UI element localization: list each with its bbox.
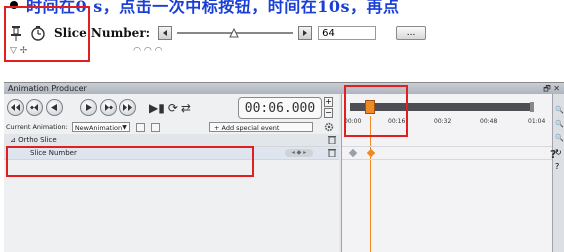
play-once-icon[interactable]: ▶▮	[149, 101, 165, 115]
trash-icon[interactable]	[328, 148, 336, 157]
tree-group-label: Ortho Slice	[18, 136, 57, 144]
new-animation-icon[interactable]	[135, 122, 145, 132]
collapse-arrow-icon[interactable]: ⊿	[10, 136, 16, 144]
keyframe-diamond-gray[interactable]	[348, 148, 358, 158]
add-special-event-button[interactable]: + Add special event	[209, 122, 313, 132]
panel-title: Animation Producer	[8, 84, 87, 93]
time-increment-button[interactable]: +	[324, 97, 333, 107]
swing-icon[interactable]: ⇄	[181, 101, 191, 115]
time-range-end-handle[interactable]	[530, 102, 534, 112]
current-animation-label: Current Animation:	[6, 123, 68, 131]
time-tick: 00:32	[434, 118, 452, 125]
next-key-button[interactable]	[100, 99, 117, 116]
help-icon[interactable]: ?	[555, 162, 563, 171]
playback-controls: ▶▮ ⟳ ⇄ 00:06.000 + −	[4, 94, 339, 120]
highlight-box-toolbar-icons	[4, 6, 90, 62]
loop-controls: ▶▮ ⟳ ⇄	[149, 99, 209, 116]
timeline-row-separator	[342, 146, 553, 147]
step-forward-button[interactable]	[298, 26, 313, 40]
time-tick: 00:48	[480, 118, 498, 125]
dropdown-arrow-icon: ▼	[122, 124, 127, 131]
keyframe-diamond-orange[interactable]	[366, 148, 376, 158]
timeline-row-separator	[342, 159, 553, 160]
play-backward-button[interactable]	[46, 99, 63, 116]
slider-thumb[interactable]	[229, 28, 239, 38]
slice-slider[interactable]	[175, 26, 295, 40]
zoom-out-icon[interactable]: 🔍	[555, 120, 564, 128]
trash-icon[interactable]	[328, 135, 336, 144]
zoom-in-icon[interactable]: 🔍	[555, 106, 564, 114]
more-options-button[interactable]: ...	[396, 26, 427, 40]
current-animation-select[interactable]: NewAnimation ▼	[71, 122, 130, 132]
time-decrement-button[interactable]: −	[324, 108, 333, 118]
right-toolbar: 🔍 🔍 🔍 ↻ ?	[552, 94, 564, 252]
zoom-fit-icon[interactable]: 🔍	[555, 134, 564, 142]
loop-icon[interactable]: ⟳	[168, 101, 178, 115]
previous-key-button[interactable]	[26, 99, 43, 116]
help-question-icon[interactable]: ?	[550, 148, 556, 161]
panel-title-bar: Animation Producer 🗗 ✕	[4, 83, 564, 94]
animation-selector-row: Current Animation: NewAnimation ▼ + Add …	[4, 120, 339, 134]
highlight-box-timeline-cursor	[344, 85, 408, 137]
time-tick: 01:04	[528, 118, 546, 125]
current-animation-value: NewAnimation	[74, 124, 123, 132]
go-to-start-button[interactable]	[7, 99, 24, 116]
slice-number-field[interactable]: 64	[318, 26, 377, 40]
delete-animation-icon[interactable]	[150, 122, 160, 132]
gear-icon[interactable]	[324, 122, 334, 132]
play-forward-button[interactable]	[80, 99, 97, 116]
highlight-box-tree-rows	[6, 146, 254, 177]
go-to-end-button[interactable]	[119, 99, 136, 116]
window-controls-icon[interactable]: 🗗 ✕	[543, 83, 560, 94]
key-navigation-icon[interactable]: ◂ ◆ ▸	[285, 149, 313, 157]
step-back-button[interactable]	[158, 26, 173, 40]
current-time-display[interactable]: 00:06.000	[238, 97, 322, 119]
